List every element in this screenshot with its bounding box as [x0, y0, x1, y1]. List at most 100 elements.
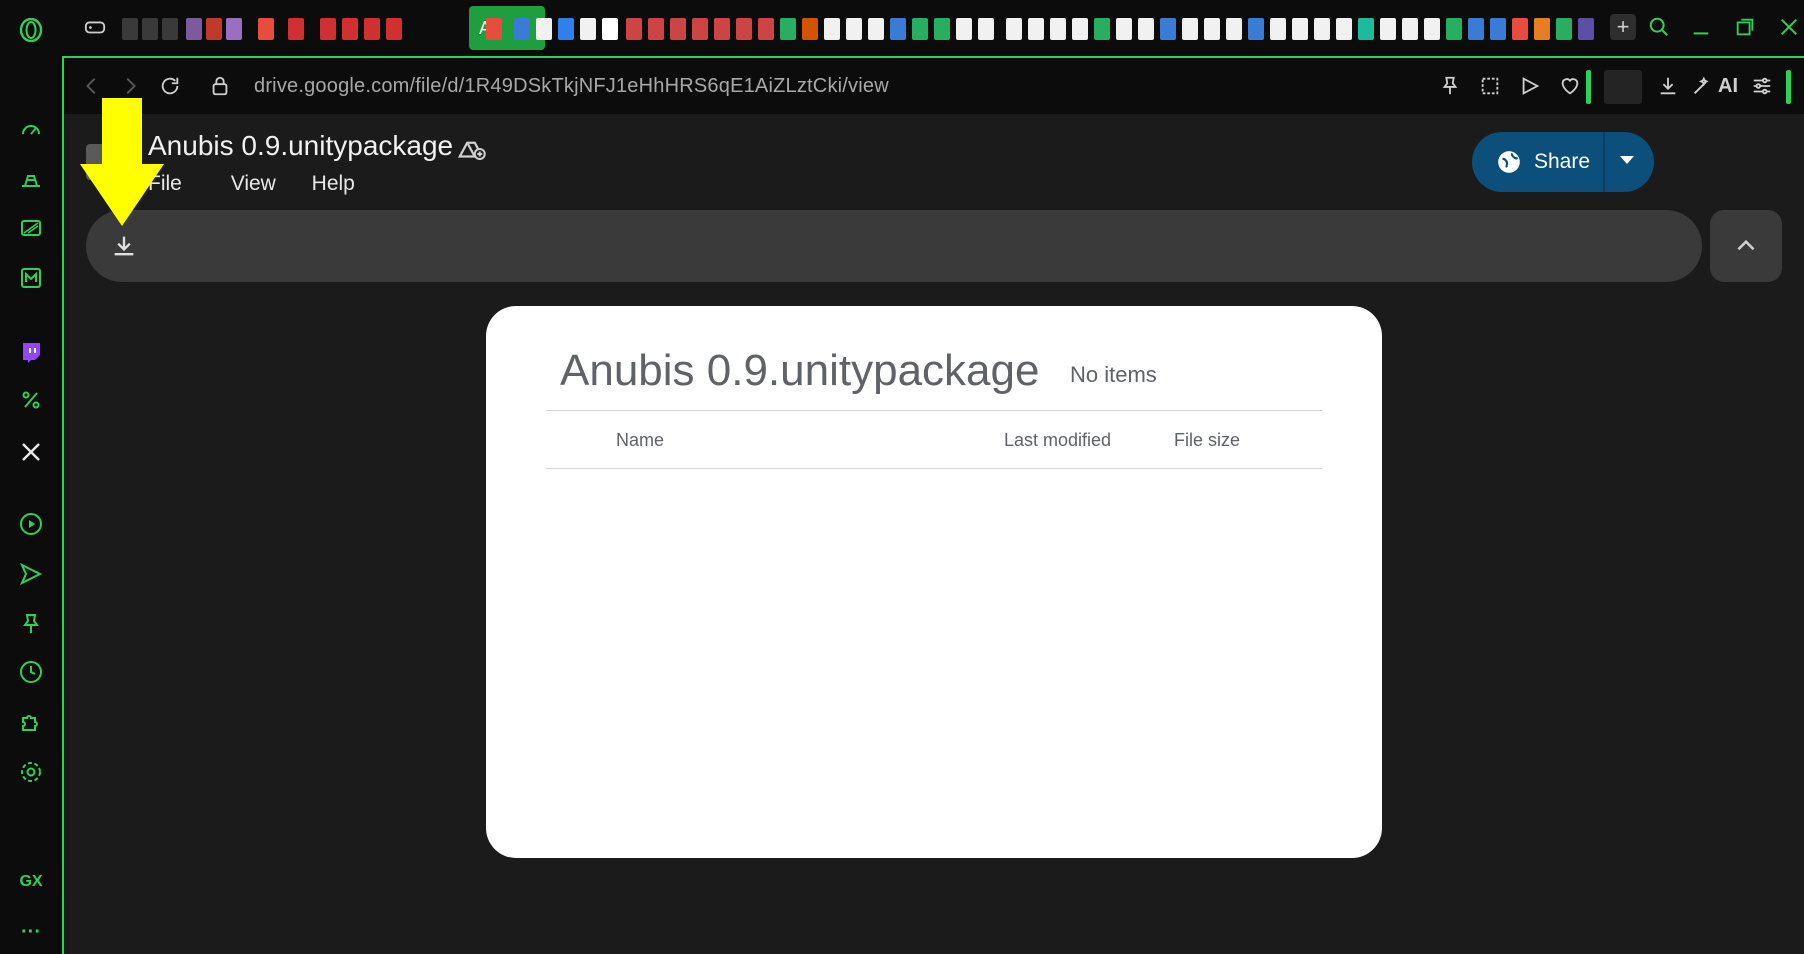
tab-favicon[interactable]	[1270, 18, 1286, 40]
send-icon[interactable]	[17, 560, 45, 588]
tab-favicon[interactable]	[1050, 18, 1066, 40]
url-field[interactable]: drive.google.com/file/d/1R49DSkTkjNFJ1eH…	[254, 75, 889, 98]
sidebar-more-icon[interactable]: ···	[17, 918, 45, 946]
tab-favicon[interactable]	[1094, 18, 1110, 40]
gamepad-icon[interactable]	[82, 14, 108, 40]
tab-favicon[interactable]	[714, 18, 730, 40]
gx-label[interactable]: GX	[17, 868, 45, 896]
tab-favicon[interactable]	[692, 18, 708, 40]
tab-favicon[interactable]	[1314, 18, 1330, 40]
tab-favicon[interactable]	[602, 18, 618, 40]
settings-gear-icon[interactable]	[17, 758, 45, 786]
minimize-icon[interactable]	[1688, 14, 1714, 40]
tab-favicon[interactable]	[226, 18, 242, 40]
messenger-m-icon[interactable]	[17, 264, 45, 292]
tab-favicon[interactable]	[1182, 18, 1198, 40]
downloads-icon[interactable]	[1656, 74, 1680, 98]
tab-favicon[interactable]	[386, 18, 402, 40]
tab-favicon[interactable]	[1028, 18, 1044, 40]
tab-favicon[interactable]	[1468, 18, 1484, 40]
tab-favicon[interactable]	[142, 18, 158, 40]
tab-favicon[interactable]	[186, 18, 202, 40]
gx-control-icon[interactable]	[17, 166, 45, 194]
ai-sparkle-icon[interactable]	[1690, 74, 1714, 98]
tab-favicon[interactable]	[1424, 18, 1440, 40]
tab-favicon[interactable]	[1226, 18, 1242, 40]
pin-page-icon[interactable]	[1438, 74, 1462, 98]
tab-favicon[interactable]	[1578, 18, 1594, 40]
share-button[interactable]: Share	[1472, 132, 1654, 192]
tab-favicon[interactable]	[802, 18, 818, 40]
tab-favicon[interactable]	[758, 18, 774, 40]
share-dropdown-caret-icon[interactable]	[1620, 156, 1634, 164]
tab-favicon[interactable]	[1446, 18, 1462, 40]
tab-favicon[interactable]	[1402, 18, 1418, 40]
tab-favicon[interactable]	[1490, 18, 1506, 40]
tab-favicon[interactable]	[364, 18, 380, 40]
gx-corner-icon[interactable]	[17, 214, 45, 242]
tab-favicon[interactable]	[258, 18, 274, 40]
tab-favicon[interactable]	[342, 18, 358, 40]
tab-favicon[interactable]	[1116, 18, 1132, 40]
ai-button-label[interactable]: AI	[1718, 75, 1738, 98]
tab-favicon[interactable]	[648, 18, 664, 40]
close-icon[interactable]	[1776, 14, 1802, 40]
send-page-icon[interactable]	[1518, 74, 1542, 98]
tab-favicon[interactable]	[1336, 18, 1352, 40]
tab-favicon[interactable]	[736, 18, 752, 40]
snapshot-icon[interactable]	[1478, 74, 1502, 98]
download-button[interactable]	[110, 232, 138, 260]
history-icon[interactable]	[17, 658, 45, 686]
speed-dial-icon[interactable]	[17, 116, 45, 144]
tab-favicon[interactable]	[486, 18, 502, 40]
menu-help[interactable]: Help	[312, 172, 355, 195]
tab-favicon[interactable]	[288, 18, 304, 40]
tab-favicon[interactable]	[890, 18, 906, 40]
opera-gx-logo-icon[interactable]	[17, 16, 45, 44]
tab-favicon[interactable]	[626, 18, 642, 40]
tab-favicon[interactable]	[1138, 18, 1154, 40]
tab-favicon[interactable]	[122, 18, 138, 40]
search-icon[interactable]	[1646, 14, 1672, 40]
restore-icon[interactable]	[1732, 14, 1758, 40]
tab-favicon[interactable]	[1072, 18, 1088, 40]
column-header-last-modified[interactable]: Last modified	[1004, 430, 1111, 451]
back-icon[interactable]	[80, 74, 104, 98]
tab-favicon[interactable]	[978, 18, 994, 40]
tab-favicon[interactable]	[868, 18, 884, 40]
forward-icon[interactable]	[118, 74, 142, 98]
tab-favicon[interactable]	[824, 18, 840, 40]
x-twitter-icon[interactable]	[17, 438, 45, 466]
collapse-toolbar-button[interactable]	[1710, 210, 1782, 282]
tab-favicon[interactable]	[670, 18, 686, 40]
extension-slot[interactable]	[1604, 70, 1642, 104]
reload-icon[interactable]	[158, 74, 182, 98]
tab-favicon[interactable]	[956, 18, 972, 40]
tab-favicon[interactable]	[1380, 18, 1396, 40]
tab-favicon[interactable]	[846, 18, 862, 40]
tab-favicon[interactable]	[1534, 18, 1550, 40]
tab-favicon[interactable]	[1160, 18, 1176, 40]
tab-favicon[interactable]	[1248, 18, 1264, 40]
tab-favicon[interactable]	[580, 18, 596, 40]
tab-favicon[interactable]	[206, 18, 222, 40]
extensions-icon[interactable]	[17, 708, 45, 736]
easy-setup-icon[interactable]	[1750, 74, 1774, 98]
tab-favicon[interactable]	[1556, 18, 1572, 40]
tab-favicon[interactable]	[514, 18, 530, 40]
column-header-name[interactable]: Name	[616, 430, 664, 451]
lock-icon[interactable]	[208, 74, 232, 98]
new-tab-button[interactable]: +	[1610, 14, 1636, 40]
tab-favicon[interactable]	[1358, 18, 1374, 40]
tab-favicon[interactable]	[320, 18, 336, 40]
menu-view[interactable]: View	[231, 172, 276, 195]
tab-favicon[interactable]	[1292, 18, 1308, 40]
tab-favicon[interactable]	[162, 18, 178, 40]
column-header-file-size[interactable]: File size	[1174, 430, 1240, 451]
tab-favicon[interactable]	[1204, 18, 1220, 40]
tab-favicon[interactable]	[558, 18, 574, 40]
pin-icon[interactable]	[17, 610, 45, 638]
tab-favicon[interactable]	[780, 18, 796, 40]
active-tab[interactable]: An	[469, 6, 545, 50]
tab-favicon[interactable]	[536, 18, 552, 40]
